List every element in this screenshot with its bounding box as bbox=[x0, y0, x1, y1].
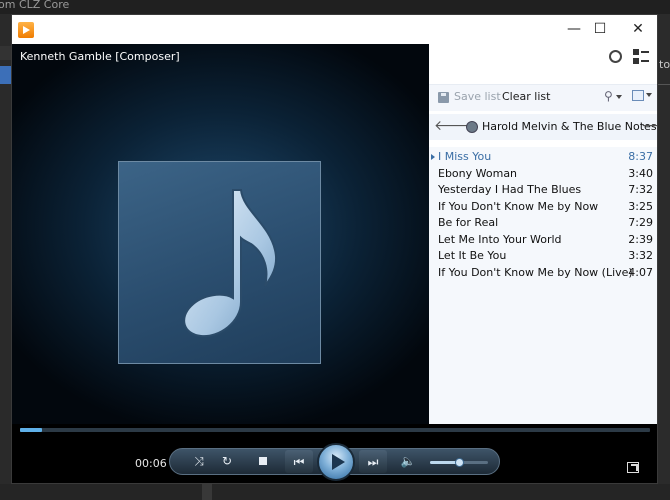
video-area[interactable]: Kenneth Gamble [Composer] bbox=[12, 44, 429, 424]
close-button[interactable]: ✕ bbox=[615, 15, 661, 44]
shuffle-button[interactable]: ⤨ bbox=[189, 449, 209, 474]
now-playing-label: Kenneth Gamble [Composer] bbox=[20, 50, 180, 63]
background-right-edge: to bbox=[658, 14, 670, 500]
track-duration: 3:32 bbox=[628, 249, 653, 262]
controls-area: 00:06 ⤨ ↻ ⏮ ⏭ 🔈 bbox=[12, 424, 657, 483]
track-row[interactable]: Ebony Woman 3:40 bbox=[429, 167, 657, 183]
playlist-pane: Save list Clear list ⚲ 🡐 Harold Melvin &… bbox=[429, 44, 657, 424]
repeat-button[interactable]: ↻ bbox=[217, 449, 237, 474]
forward-arrow-icon[interactable]: 🡒 bbox=[641, 117, 657, 134]
save-icon bbox=[438, 92, 449, 103]
previous-button[interactable]: ⏮ bbox=[285, 450, 313, 473]
save-list-button[interactable]: Save list bbox=[454, 90, 501, 103]
volume-slider[interactable] bbox=[430, 458, 488, 467]
track-row[interactable]: Let It Be You 3:32 bbox=[429, 249, 657, 265]
track-duration: 3:40 bbox=[628, 166, 653, 180]
track-row[interactable]: Yesterday I Had The Blues 7:32 bbox=[429, 183, 657, 199]
track-row[interactable]: If You Don't Know Me by Now (Live) 4:07 bbox=[429, 266, 657, 282]
track-title: Let Me Into Your World bbox=[438, 232, 562, 246]
track-duration: 4:07 bbox=[628, 265, 653, 279]
transport-controls: ⤨ ↻ ⏮ ⏭ 🔈 bbox=[169, 443, 500, 481]
play-button[interactable] bbox=[317, 443, 355, 481]
track-duration: 2:39 bbox=[628, 232, 653, 246]
pane-header bbox=[429, 44, 657, 72]
track-duration: 8:37 bbox=[628, 150, 653, 163]
track-title: Ebony Woman bbox=[438, 166, 518, 180]
track-row[interactable]: Let Me Into Your World 2:39 bbox=[429, 233, 657, 249]
track-title: If You Don't Know Me by Now (Live) bbox=[438, 265, 633, 279]
track-title: Yesterday I Had The Blues bbox=[438, 183, 582, 196]
stop-button[interactable] bbox=[256, 449, 270, 474]
background-right-text: to bbox=[659, 58, 670, 71]
track-row[interactable]: I Miss You 8:37 bbox=[429, 150, 657, 166]
track-title: Be for Real bbox=[438, 216, 499, 229]
online-store-icon[interactable] bbox=[609, 50, 622, 63]
track-title: I Miss You bbox=[438, 150, 492, 163]
album-icon bbox=[466, 121, 478, 133]
track-duration: 3:25 bbox=[628, 199, 653, 213]
seek-progress bbox=[20, 428, 43, 432]
clear-list-button[interactable]: Clear list bbox=[502, 90, 550, 103]
artist-name[interactable]: Harold Melvin & The Blue Notes bbox=[482, 120, 657, 133]
media-player-window: — ☐ ✕ Kenneth Gamble [Composer] Save lis… bbox=[11, 14, 658, 484]
track-row[interactable]: If You Don't Know Me by Now 3:25 bbox=[429, 200, 657, 216]
background-sidebar bbox=[0, 14, 11, 500]
background-window-title: om CLZ Core bbox=[0, 0, 670, 14]
next-button[interactable]: ⏭ bbox=[359, 450, 387, 473]
media-player-icon bbox=[18, 22, 34, 38]
playlist-options-icon[interactable]: ⚲ bbox=[604, 89, 622, 105]
switch-to-now-playing-icon[interactable] bbox=[627, 462, 639, 473]
background-bottom-edge bbox=[0, 484, 670, 500]
playlist-nav: 🡐 Harold Melvin & The Blue Notes 🡒 bbox=[429, 114, 657, 140]
elapsed-time: 00:06 bbox=[135, 457, 167, 470]
track-row[interactable]: Be for Real 7:29 bbox=[429, 216, 657, 232]
track-duration: 7:32 bbox=[628, 183, 653, 196]
music-note-icon bbox=[183, 189, 277, 338]
title-bar[interactable]: — ☐ ✕ bbox=[12, 15, 657, 44]
switch-layout-icon[interactable] bbox=[633, 49, 649, 65]
seek-bar[interactable] bbox=[20, 428, 650, 432]
track-duration: 7:29 bbox=[628, 216, 653, 229]
track-title: Let It Be You bbox=[438, 249, 507, 262]
track-title: If You Don't Know Me by Now bbox=[438, 199, 599, 213]
track-list: I Miss You 8:37 Ebony Woman 3:40 Yesterday I… bbox=[429, 147, 657, 424]
playlist-toolbar: Save list Clear list ⚲ bbox=[429, 84, 657, 111]
album-art bbox=[118, 161, 321, 364]
volume-knob[interactable] bbox=[455, 458, 464, 467]
list-options-icon[interactable] bbox=[632, 90, 652, 104]
mute-button[interactable]: 🔈 bbox=[399, 449, 417, 474]
